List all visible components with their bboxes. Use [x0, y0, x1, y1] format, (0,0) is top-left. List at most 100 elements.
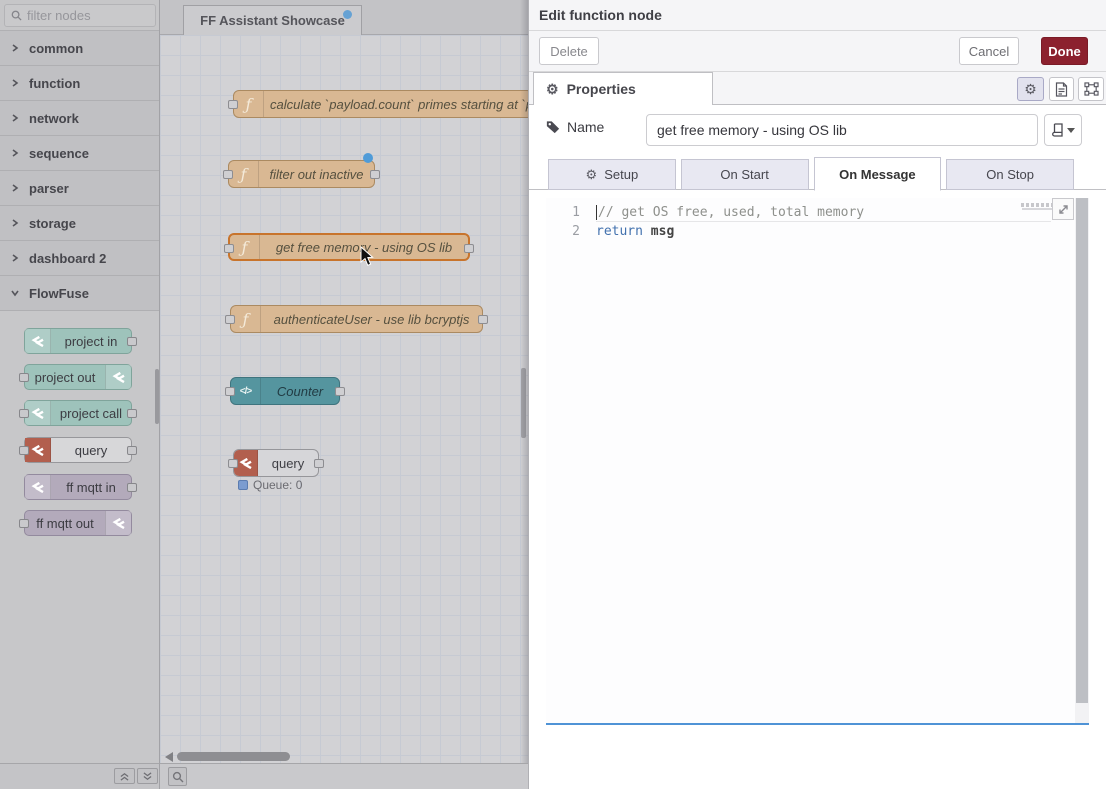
function-icon: ƒ: [234, 91, 264, 117]
node-get-free-memory[interactable]: ƒ get free memory - using OS lib: [228, 233, 470, 261]
node-counter[interactable]: </> Counter: [230, 377, 340, 405]
category-label: dashboard 2: [29, 251, 106, 266]
node-label: calculate `payload.count` primes startin…: [264, 97, 528, 112]
node-authenticate-user[interactable]: ƒ authenticateUser - use lib bcryptjs: [230, 305, 483, 333]
input-port[interactable]: [19, 409, 29, 418]
editor-expand-button[interactable]: [1052, 198, 1074, 220]
node-calculate-primes[interactable]: ƒ calculate `payload.count` primes start…: [233, 90, 528, 118]
palette-search-box[interactable]: [4, 4, 156, 27]
output-port[interactable]: [478, 315, 488, 324]
collapse-all-button[interactable]: [114, 768, 135, 784]
input-port[interactable]: [19, 519, 29, 528]
input-port[interactable]: [223, 170, 233, 179]
input-port[interactable]: [19, 373, 29, 382]
tab-on-start[interactable]: On Start: [681, 159, 809, 190]
chevron-right-icon: [11, 79, 19, 87]
search-input[interactable]: [27, 8, 137, 23]
output-port[interactable]: [335, 387, 345, 396]
flow-canvas[interactable]: FF Assistant Showcase ƒ calculate `paylo…: [160, 0, 528, 763]
dialog-title: Edit function node: [539, 7, 662, 23]
canvas-search-button[interactable]: [168, 767, 187, 786]
palette-category-function[interactable]: function: [0, 66, 159, 101]
node-label: filter out inactive: [259, 167, 374, 182]
node-query[interactable]: query: [233, 449, 319, 477]
palette-category-common[interactable]: common: [0, 31, 159, 66]
function-icon: ƒ: [230, 235, 260, 259]
status-text: Queue: 0: [253, 478, 302, 492]
double-chevron-up-icon: [120, 772, 129, 781]
cancel-button[interactable]: Cancel: [959, 37, 1019, 65]
palette-category-storage[interactable]: storage: [0, 206, 159, 241]
editor-scrollbar-thumb[interactable]: [1076, 198, 1088, 703]
function-tabs: ⚙ Setup On Start On Message On Stop: [548, 159, 1074, 190]
output-port[interactable]: [127, 409, 137, 418]
output-port[interactable]: [127, 337, 137, 346]
palette-scrollbar[interactable]: [155, 369, 159, 424]
palette-node-ff-mqtt-in[interactable]: ff mqtt in: [24, 474, 132, 500]
caret-down-icon: [1067, 128, 1075, 133]
node-label: query: [258, 456, 318, 471]
code-editor[interactable]: 1 // get OS free, used, total memory 2 r…: [546, 198, 1089, 725]
category-label: common: [29, 41, 83, 56]
palette-node-query[interactable]: query: [24, 437, 132, 463]
tab-on-message[interactable]: On Message: [814, 157, 942, 191]
output-port[interactable]: [127, 483, 137, 492]
code-line-1[interactable]: 1 // get OS free, used, total memory: [546, 203, 1089, 222]
expand-diagonal-icon: [1058, 204, 1069, 215]
category-label: network: [29, 111, 79, 126]
category-label: function: [29, 76, 80, 91]
palette-node-label: project out: [25, 370, 105, 385]
description-button[interactable]: [1049, 77, 1074, 101]
output-port[interactable]: [314, 459, 324, 468]
name-input[interactable]: [646, 114, 1038, 146]
palette-node-ff-mqtt-out[interactable]: ff mqtt out: [24, 510, 132, 536]
input-port[interactable]: [225, 387, 235, 396]
search-icon: [11, 10, 22, 21]
delete-button[interactable]: Delete: [539, 37, 599, 65]
input-port[interactable]: [228, 100, 238, 109]
mqtt-icon: [25, 475, 51, 499]
text-cursor: [596, 205, 597, 220]
palette-node-label: ff mqtt in: [51, 480, 131, 495]
palette-node-project-in[interactable]: project in: [24, 328, 132, 354]
properties-icon-button[interactable]: ⚙: [1017, 77, 1044, 101]
palette-node-project-call[interactable]: project call: [24, 400, 132, 426]
flowfuse-icon: [105, 365, 131, 389]
palette-category-flowfuse[interactable]: FlowFuse: [0, 276, 159, 311]
chevron-right-icon: [11, 254, 19, 262]
hscroll-left-arrow[interactable]: [165, 752, 173, 762]
gear-icon: ⚙: [1024, 82, 1037, 96]
palette-category-sequence[interactable]: sequence: [0, 136, 159, 171]
tab-on-stop[interactable]: On Stop: [946, 159, 1074, 190]
tab-modified-dot: [343, 10, 352, 19]
appearance-button[interactable]: [1078, 77, 1104, 101]
flow-tab[interactable]: FF Assistant Showcase: [183, 5, 362, 35]
palette-category-dashboard2[interactable]: dashboard 2: [0, 241, 159, 276]
expand-all-button[interactable]: [137, 768, 158, 784]
hscroll-thumb[interactable]: [177, 752, 290, 761]
name-row: Name: [529, 113, 1106, 147]
properties-tab[interactable]: ⚙ Properties: [533, 72, 713, 105]
palette-flowfuse-nodes: project in project out project call quer…: [0, 311, 159, 763]
palette-node-project-out[interactable]: project out: [24, 364, 132, 390]
tab-setup[interactable]: ⚙ Setup: [548, 159, 676, 190]
output-port[interactable]: [464, 244, 474, 253]
palette-category-parser[interactable]: parser: [0, 171, 159, 206]
node-palette: common function network sequence parser …: [0, 0, 160, 763]
input-port[interactable]: [225, 315, 235, 324]
input-port[interactable]: [19, 446, 29, 455]
chevron-right-icon: [11, 184, 19, 192]
input-port[interactable]: [228, 459, 238, 468]
palette-category-network[interactable]: network: [0, 101, 159, 136]
done-button[interactable]: Done: [1041, 37, 1088, 65]
library-button[interactable]: [1044, 114, 1082, 146]
editor-scrollbar[interactable]: [1075, 198, 1089, 723]
input-port[interactable]: [224, 244, 234, 253]
flowfuse-icon: [25, 329, 51, 353]
output-port[interactable]: [127, 446, 137, 455]
code-text: msg: [643, 222, 674, 241]
code-line-2[interactable]: 2 return msg: [546, 222, 1089, 241]
output-port[interactable]: [370, 170, 380, 179]
node-filter-out-inactive[interactable]: ƒ filter out inactive: [228, 160, 375, 188]
gear-icon: ⚙: [586, 168, 598, 181]
